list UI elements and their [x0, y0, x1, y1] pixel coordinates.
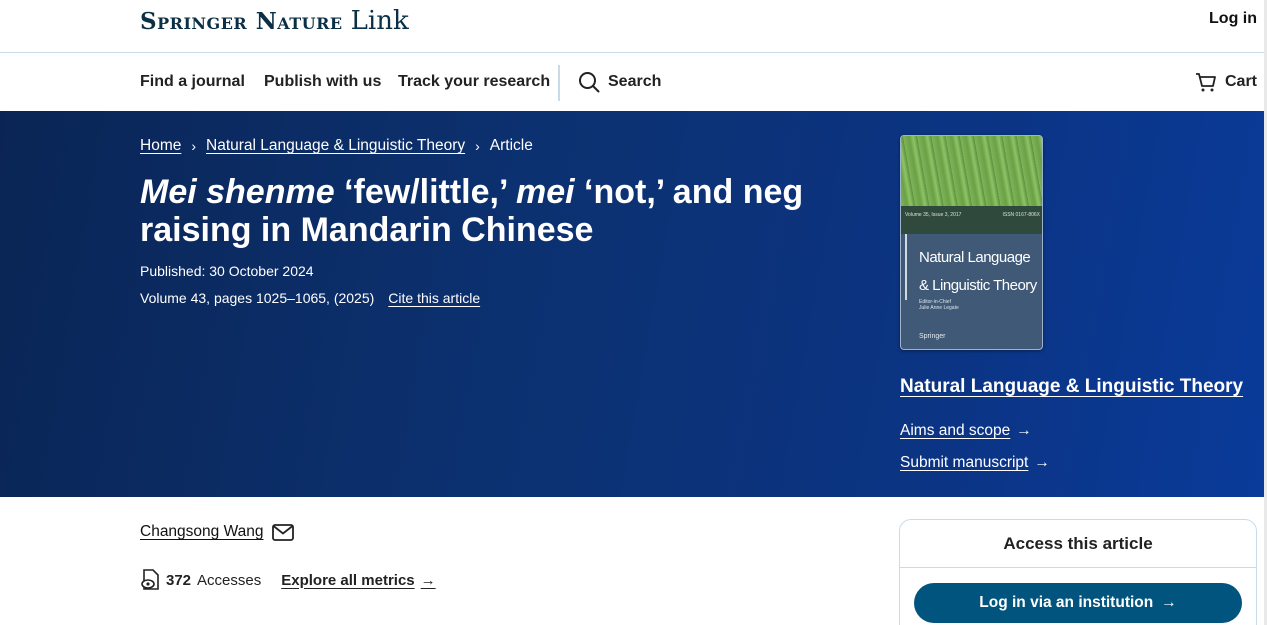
aims-and-scope-link[interactable]: Aims and scope →: [900, 422, 1032, 440]
chevron-right-icon: ›: [475, 138, 480, 154]
author-link[interactable]: Changsong Wang: [140, 523, 264, 541]
chevron-right-icon: ›: [191, 138, 197, 154]
cover-title: Natural Language & Linguistic Theory: [919, 244, 1042, 300]
author-line: Changsong Wang: [140, 523, 294, 541]
search-label: Search: [608, 73, 662, 90]
article-title: Mei shenme ‘few/little,’ mei ‘not,’ and …: [140, 173, 860, 249]
cover-volume: Volume 35, Issue 3, 2017: [905, 212, 962, 218]
cart-label: Cart: [1224, 73, 1257, 90]
cover-publisher: Springer: [919, 333, 946, 340]
breadcrumb-home[interactable]: Home: [140, 137, 181, 155]
accesses-count: 372: [166, 571, 192, 589]
top-header: Springer Nature Link Log in: [0, 0, 1267, 53]
submit-label: Submit manuscript: [900, 454, 1029, 471]
cover-photo: [901, 136, 1042, 206]
breadcrumb-current: Article: [489, 137, 533, 154]
nav-find-a-journal[interactable]: Find a journal: [140, 73, 245, 91]
access-panel-title: Access this article: [900, 520, 1256, 568]
explore-metrics-label: Explore all metrics: [281, 571, 415, 589]
accesses-label: Accesses: [197, 571, 262, 589]
accesses-icon: [141, 569, 159, 590]
arrow-right-icon: →: [1034, 454, 1050, 471]
nav-divider: [558, 65, 560, 101]
access-article-panel: Access this article Log in via an instit…: [899, 519, 1257, 625]
cover-rule: [905, 234, 907, 300]
explore-metrics-link[interactable]: Explore all metrics →: [281, 572, 435, 589]
logo-sub-text: Link: [350, 6, 409, 36]
logo-main-text: Springer Nature: [140, 8, 343, 35]
cart-button[interactable]: Cart: [1195, 71, 1257, 93]
article-hero: Home › Natural Language & Linguistic The…: [0, 111, 1267, 497]
nav-publish-with-us[interactable]: Publish with us: [264, 73, 381, 91]
cover-editor-name: Julie Anne Legate: [919, 305, 959, 311]
volume-info: Volume 43, pages 1025–1065, (2025) Cite …: [140, 290, 480, 306]
breadcrumb-journal[interactable]: Natural Language & Linguistic Theory: [206, 137, 465, 155]
search-button[interactable]: Search: [578, 71, 661, 93]
aims-label: Aims and scope: [900, 422, 1011, 439]
cite-article-link[interactable]: Cite this article: [388, 290, 480, 306]
cover-title-line-2: & Linguistic Theory: [919, 277, 1037, 294]
arrow-right-icon: →: [420, 571, 436, 589]
submit-manuscript-link[interactable]: Submit manuscript →: [900, 454, 1050, 472]
title-italic-1: Mei shenme: [140, 173, 335, 211]
arrow-right-icon: →: [1161, 594, 1177, 611]
title-text-2: ‘few/little,’: [334, 173, 516, 211]
published-date: Published: 30 October 2024: [140, 263, 314, 279]
journal-cover[interactable]: Volume 35, Issue 3, 2017 ISSN 0167-806X …: [900, 135, 1043, 350]
cart-icon: [1195, 73, 1216, 92]
cover-editor: Editor-in-Chief Julie Anne Legate: [919, 299, 959, 311]
nav-track-your-research[interactable]: Track your research: [398, 73, 550, 91]
arrow-right-icon: →: [1016, 422, 1032, 439]
login-institution-label: Log in via an institution: [979, 594, 1154, 611]
title-italic-3: mei: [516, 173, 575, 211]
main-nav: Find a journal Publish with us Track you…: [0, 54, 1267, 111]
cover-info-band: Volume 35, Issue 3, 2017 ISSN 0167-806X: [901, 206, 1042, 234]
article-metrics: 372 Accesses Explore all metrics →: [140, 569, 436, 591]
login-institution-button[interactable]: Log in via an institution →: [914, 583, 1242, 623]
cover-issn: ISSN 0167-806X: [1002, 212, 1040, 218]
breadcrumb: Home › Natural Language & Linguistic The…: [140, 137, 533, 155]
envelope-icon[interactable]: [271, 523, 294, 541]
journal-name-link[interactable]: Natural Language & Linguistic Theory: [900, 376, 1243, 398]
search-icon: [579, 72, 600, 93]
cover-title-line-1: Natural Language: [919, 249, 1031, 266]
springer-nature-link-logo[interactable]: Springer Nature Link: [140, 6, 409, 36]
volume-text: Volume 43, pages 1025–1065, (2025): [140, 290, 375, 306]
login-link[interactable]: Log in: [1209, 10, 1257, 28]
